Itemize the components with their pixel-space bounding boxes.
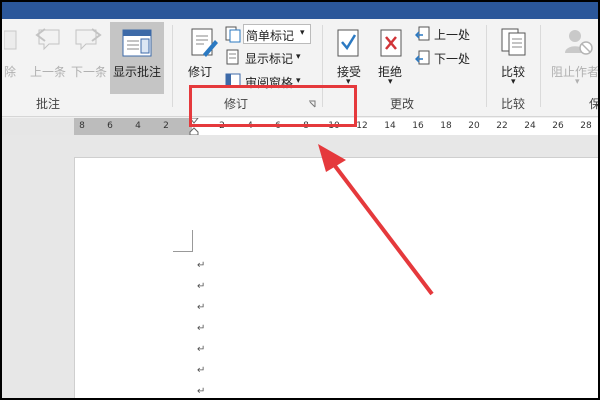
word-window: 除 上一条 下一条 显示批注 批注 修订 简单标记 ▾ 显示标记 ▾ 审阅窗格 … (2, 2, 598, 398)
annotation-arrow-icon (318, 144, 434, 296)
